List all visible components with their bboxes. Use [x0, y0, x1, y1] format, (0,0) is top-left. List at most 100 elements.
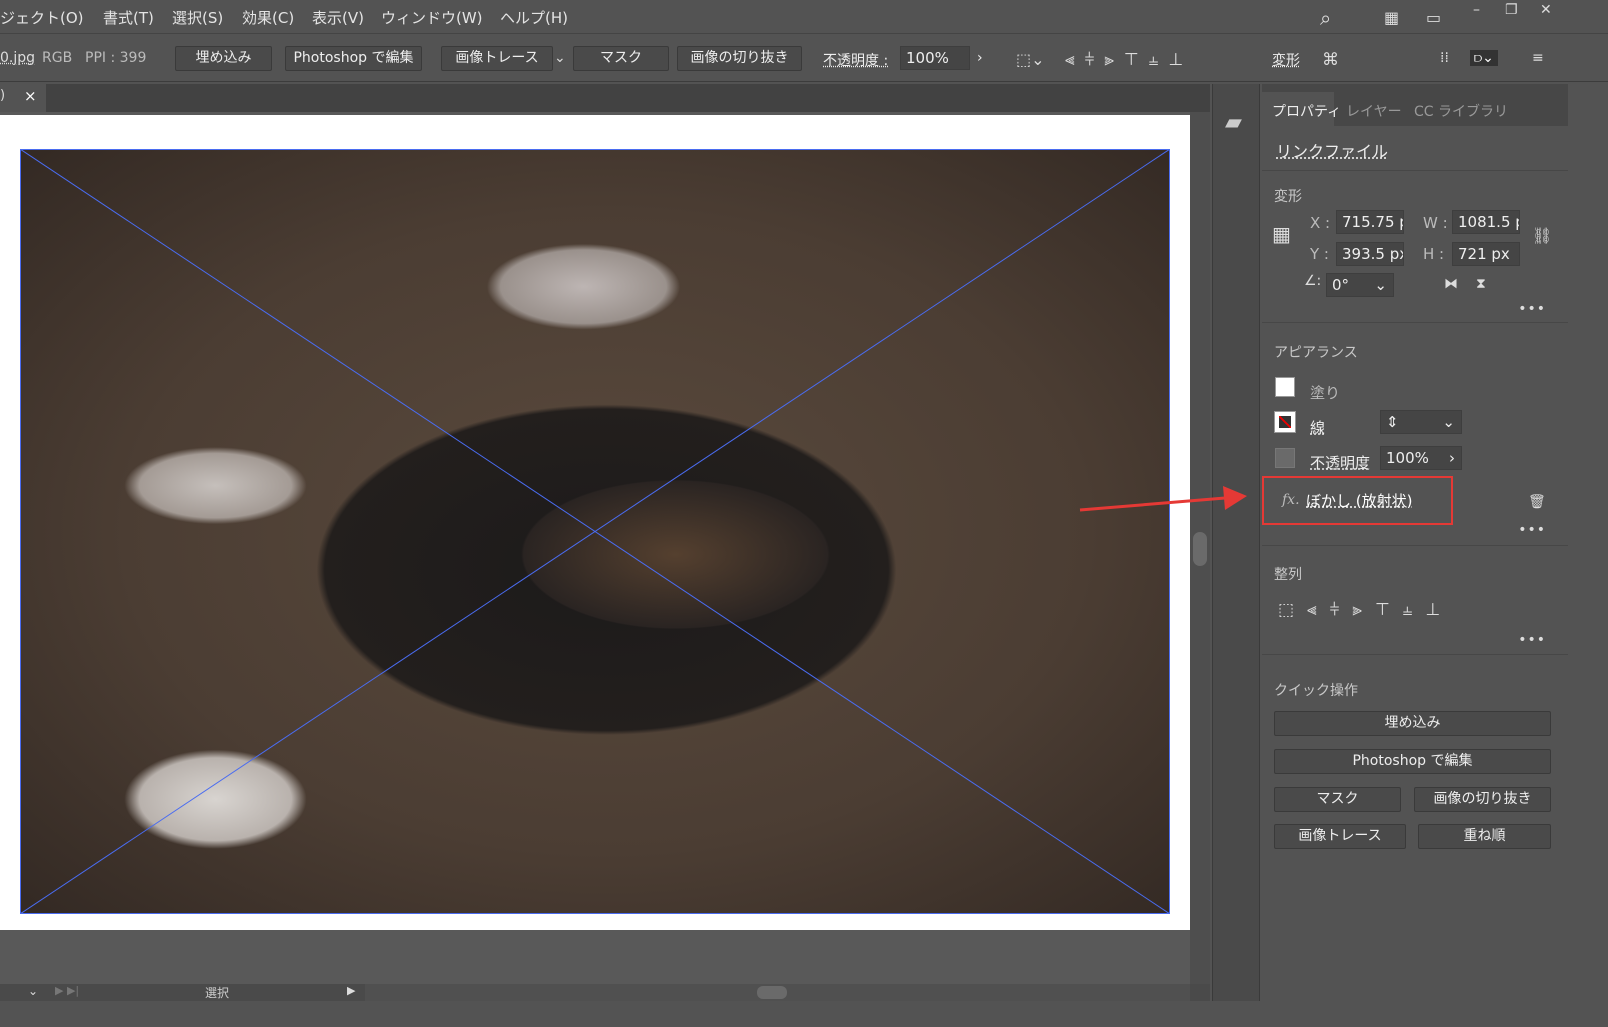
menu-help[interactable]: ヘルプ(H) [500, 7, 568, 28]
document-tab-title: ) [0, 88, 6, 103]
menu-icon[interactable]: ≡ [1532, 50, 1544, 66]
more-appearance-icon[interactable]: ••• [1518, 522, 1546, 538]
menu-effect[interactable]: 効果(C) [242, 7, 294, 28]
zoom-dropdown-icon[interactable]: ⌄ [28, 984, 38, 998]
close-tab-icon[interactable]: × [24, 87, 37, 105]
quick-crop-button[interactable]: 画像の切り抜き [1414, 787, 1551, 812]
document-tab[interactable]: ) × [0, 84, 46, 112]
current-tool-label: 選択 [205, 986, 230, 1000]
flip-horizontal-icon[interactable]: ⧓ [1444, 276, 1458, 292]
stroke-label[interactable]: 線 [1310, 417, 1325, 438]
document-tab-bar: ) × [0, 84, 1210, 112]
w-input[interactable]: 1081.5 p [1452, 210, 1520, 234]
quick-arrange-button[interactable]: 重ね順 [1418, 824, 1551, 849]
grid-icon[interactable]: ⁞⁞ [1440, 50, 1449, 66]
appearance-opacity-input[interactable]: 100% › [1380, 446, 1462, 470]
menu-bar: ジェクト(O) 書式(T) 選択(S) 効果(C) 表示(V) ウィンドウ(W)… [0, 0, 1608, 34]
bounding-box [20, 149, 1170, 914]
align-to-icon[interactable]: ⬚⌄ [1016, 50, 1045, 69]
menu-view[interactable]: 表示(V) [312, 7, 364, 28]
opacity-arrow-icon[interactable]: › [977, 50, 983, 66]
quick-edit-photoshop-button[interactable]: Photoshop で編集 [1274, 749, 1551, 774]
workspace-icon[interactable]: ▭ [1426, 8, 1441, 27]
panel-dock: ▰ [1212, 84, 1260, 1001]
y-label: Y : [1310, 245, 1329, 263]
ppi-value: PPI : 399 [85, 50, 147, 66]
constrain-proportions-icon[interactable]: ⛓ [1532, 226, 1552, 245]
menu-type[interactable]: 書式(T) [103, 7, 154, 28]
more-transform-icon[interactable]: ••• [1518, 301, 1546, 317]
window-bottom [0, 1001, 1608, 1027]
radial-blur-effect-link[interactable]: ぼかし (放射状) [1306, 490, 1412, 511]
quick-trace-button[interactable]: 画像トレース [1274, 824, 1406, 849]
embed-button[interactable]: 埋め込み [175, 46, 272, 71]
tab-properties[interactable]: プロパティ [1272, 101, 1341, 121]
color-mode: RGB [42, 50, 73, 66]
trace-dropdown-icon[interactable]: ⌄ [554, 50, 566, 66]
h-scroll-thumb[interactable] [757, 986, 787, 999]
transform-title: 変形 [1274, 189, 1302, 205]
arrange-documents-icon[interactable]: ▦ [1384, 8, 1399, 27]
appearance-opacity-label[interactable]: 不透明度 [1310, 452, 1370, 473]
fill-label[interactable]: 塗り [1310, 382, 1340, 403]
image-trace-button[interactable]: 画像トレース [441, 46, 553, 71]
comments-icon[interactable]: ▰ [1225, 110, 1242, 135]
align-buttons-icons[interactable]: ⬚⫷⫩⫸⊤⫨⊥ [1278, 600, 1453, 620]
x-input[interactable]: 715.75 p [1336, 210, 1404, 234]
quick-actions-title: クイック操作 [1274, 683, 1358, 699]
h-input[interactable]: 721 px [1452, 242, 1520, 266]
stroke-weight-input[interactable]: ⇕ ⌄ [1380, 410, 1462, 434]
opacity-icon [1275, 448, 1295, 468]
appearance-title: アピアランス [1274, 345, 1358, 361]
quick-embed-button[interactable]: 埋め込み [1274, 711, 1551, 736]
mask-button[interactable]: マスク [573, 46, 669, 71]
vertical-scrollbar[interactable] [1190, 112, 1210, 984]
w-label: W : [1423, 214, 1448, 232]
rotate-value: 0° [1332, 276, 1350, 294]
align-title: 整列 [1274, 567, 1302, 583]
control-bar: 0.jpg RGB PPI : 399 埋め込み Photoshop で編集 画… [0, 36, 1608, 82]
appearance-opacity-value: 100% [1386, 449, 1429, 467]
transform-link[interactable]: 変形 [1272, 50, 1300, 70]
menu-window[interactable]: ウィンドウ(W) [381, 7, 483, 28]
angle-icon: ∠: [1304, 273, 1322, 289]
fill-swatch[interactable] [1275, 377, 1295, 397]
reference-point-icon[interactable]: ▦ [1272, 222, 1291, 246]
rotate-input[interactable]: 0° ⌄ [1326, 273, 1394, 297]
quick-mask-button[interactable]: マスク [1274, 787, 1401, 812]
canvas-area[interactable] [0, 112, 1210, 984]
align-icons[interactable]: ⫷⫩⫸⊤⫨⊥ [1065, 50, 1193, 70]
close-icon[interactable]: ✕ [1540, 2, 1552, 18]
edit-in-photoshop-button[interactable]: Photoshop で編集 [285, 46, 422, 71]
status-menu-icon[interactable]: ▶ [347, 984, 355, 997]
isolate-icon[interactable]: ⌘ [1322, 50, 1339, 70]
minimize-icon[interactable]: – [1473, 2, 1480, 18]
crop-image-button[interactable]: 画像の切り抜き [677, 46, 802, 71]
more-align-icon[interactable]: ••• [1518, 632, 1546, 648]
panel-toggle-icon[interactable]: ⫐⌄ [1470, 50, 1498, 66]
y-input[interactable]: 393.5 px [1336, 242, 1404, 266]
artboard-nav-icons[interactable]: ▶ ▶| [55, 984, 79, 997]
tab-layers[interactable]: レイヤー [1346, 101, 1402, 121]
properties-panel: プロパティ レイヤー CC ライブラリ リンクファイル 変形 ▦ X : 715… [1262, 84, 1568, 1001]
annotation-arrow [1079, 486, 1247, 512]
trash-icon[interactable]: 🗑 [1528, 494, 1546, 510]
status-bar: ⌄ ▶ ▶| 選択 ▶ [0, 984, 1210, 1001]
maximize-icon[interactable]: ❐ [1505, 2, 1518, 18]
stroke-swatch[interactable] [1274, 411, 1296, 433]
placed-image[interactable] [20, 149, 1170, 914]
h-label: H : [1423, 245, 1445, 263]
flip-vertical-icon[interactable]: ⧗ [1476, 276, 1486, 292]
linked-filename[interactable]: 0.jpg [0, 50, 35, 66]
opacity-input[interactable]: 100% [900, 46, 970, 70]
linked-file-link[interactable]: リンクファイル [1276, 138, 1388, 162]
fx-icon: fx. [1282, 492, 1300, 508]
menu-object[interactable]: ジェクト(O) [0, 7, 84, 28]
x-label: X : [1310, 214, 1331, 232]
menu-select[interactable]: 選択(S) [172, 7, 223, 28]
search-icon[interactable]: ⌕ [1320, 6, 1331, 30]
horizontal-scrollbar[interactable] [365, 984, 1190, 1001]
scroll-thumb[interactable] [1193, 532, 1207, 566]
opacity-label[interactable]: 不透明度 : [823, 50, 888, 70]
tab-cc-libraries[interactable]: CC ライブラリ [1414, 101, 1508, 121]
